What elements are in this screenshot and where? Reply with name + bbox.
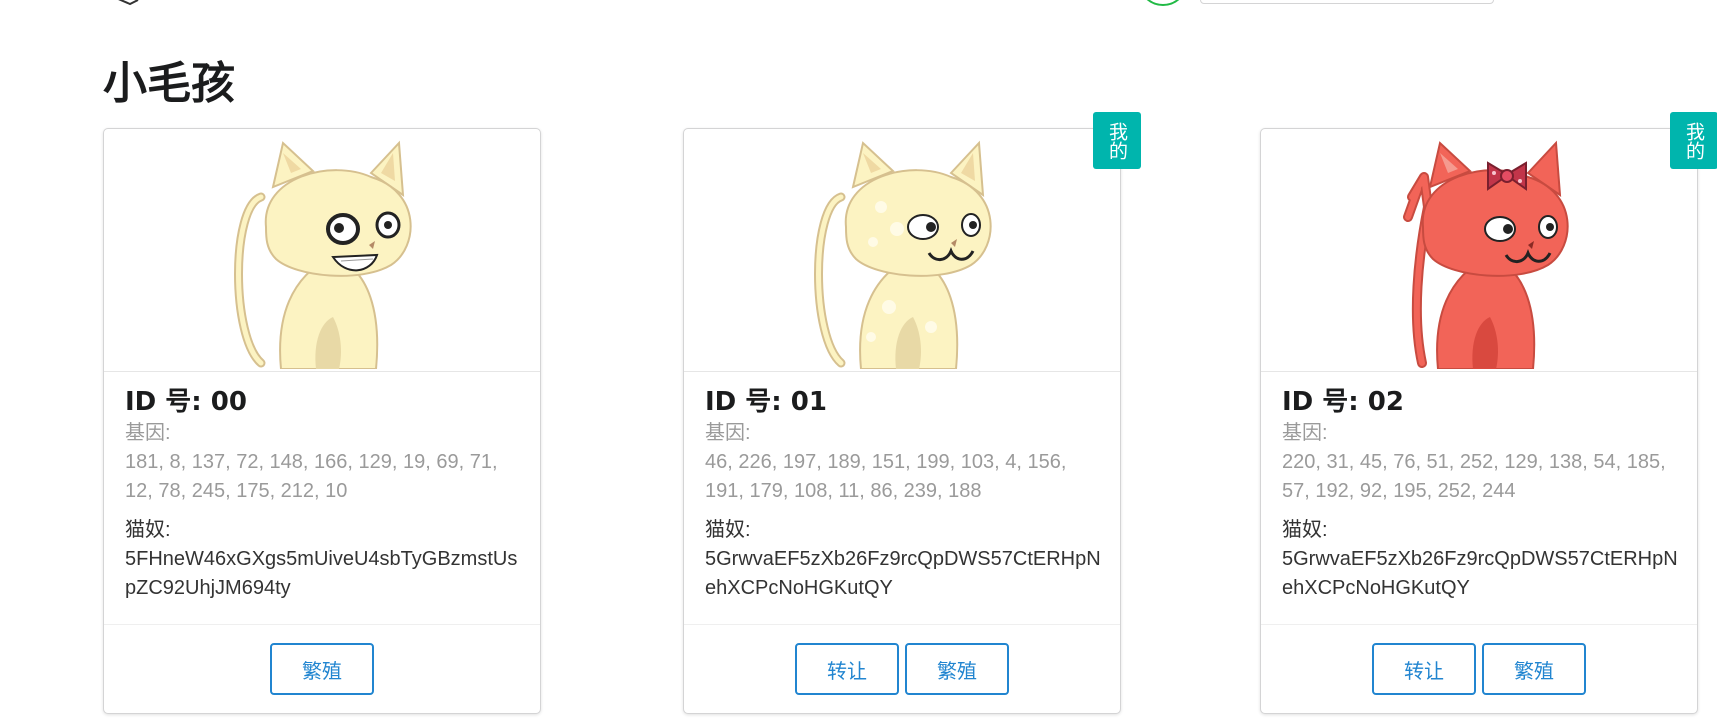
card-actions: 繁殖 (104, 624, 540, 713)
breed-button[interactable]: 繁殖 (270, 643, 374, 695)
kitty-image (684, 129, 1120, 372)
kitty-image (104, 129, 540, 372)
kitty-id: ID 号: 02 (1282, 387, 1404, 417)
kitty-card: ID 号: 00 基因: 181, 8, 137, 72, 148, 166, … (103, 128, 541, 714)
transfer-button[interactable]: 转让 (795, 643, 899, 695)
owner-address: 5GrwvaEF5zXb26Fz9rcQpDWS57CtERHpNehXCPcN… (1282, 548, 1678, 599)
owner-address: 5FHneW46xGXgs5mUiveU4sbTyGBzmstUspZC92Uh… (125, 548, 518, 599)
kitty-id: ID 号: 01 (705, 387, 827, 417)
card-actions: 转让 繁殖 (684, 624, 1120, 713)
avatar[interactable] (1138, 0, 1188, 6)
card-content: ID 号: 00 基因: 181, 8, 137, 72, 148, 166, … (125, 385, 521, 603)
kitty-id: ID 号: 00 (125, 387, 247, 417)
kitty-card: 我的 ID 号: 01 基因: 46, 226, 197, 189, 151, … (683, 112, 1141, 714)
card-content: ID 号: 01 基因: 46, 226, 197, 189, 151, 199… (705, 385, 1101, 603)
gene-label: 基因: (705, 422, 751, 444)
owner-label: 猫奴: (705, 519, 751, 541)
breed-button[interactable]: 繁殖 (905, 643, 1009, 695)
gene-values: 181, 8, 137, 72, 148, 166, 129, 19, 69, … (125, 451, 498, 502)
gene-label: 基因: (125, 422, 171, 444)
gene-values: 220, 31, 45, 76, 51, 252, 129, 138, 54, … (1282, 451, 1666, 502)
kitty-card: 我的 ID 号: 02 基因: 220, 31, 45, 76, 51, 252… (1260, 112, 1717, 714)
account-select[interactable] (1200, 0, 1494, 4)
card-content: ID 号: 02 基因: 220, 31, 45, 76, 51, 252, 1… (1282, 385, 1678, 603)
kitty-image (1261, 129, 1697, 372)
transfer-button[interactable]: 转让 (1372, 643, 1476, 695)
cream-grinning-cat-icon (234, 140, 412, 369)
owner-address: 5GrwvaEF5zXb26Fz9rcQpDWS57CtERHpNehXCPcN… (705, 548, 1101, 599)
top-menu-bar (0, 0, 1717, 10)
card-actions: 转让 繁殖 (1261, 624, 1697, 713)
gene-values: 46, 226, 197, 189, 151, 199, 103, 4, 156… (705, 451, 1067, 502)
owner-label: 猫奴: (125, 519, 171, 541)
logo-icon[interactable] (112, 0, 142, 6)
page-title: 小毛孩 (103, 58, 235, 109)
cream-spotted-cat-icon (814, 140, 992, 369)
red-bow-cat-icon (1403, 140, 1569, 369)
owner-label: 猫奴: (1282, 519, 1328, 541)
gene-label: 基因: (1282, 422, 1328, 444)
breed-button[interactable]: 繁殖 (1482, 643, 1586, 695)
